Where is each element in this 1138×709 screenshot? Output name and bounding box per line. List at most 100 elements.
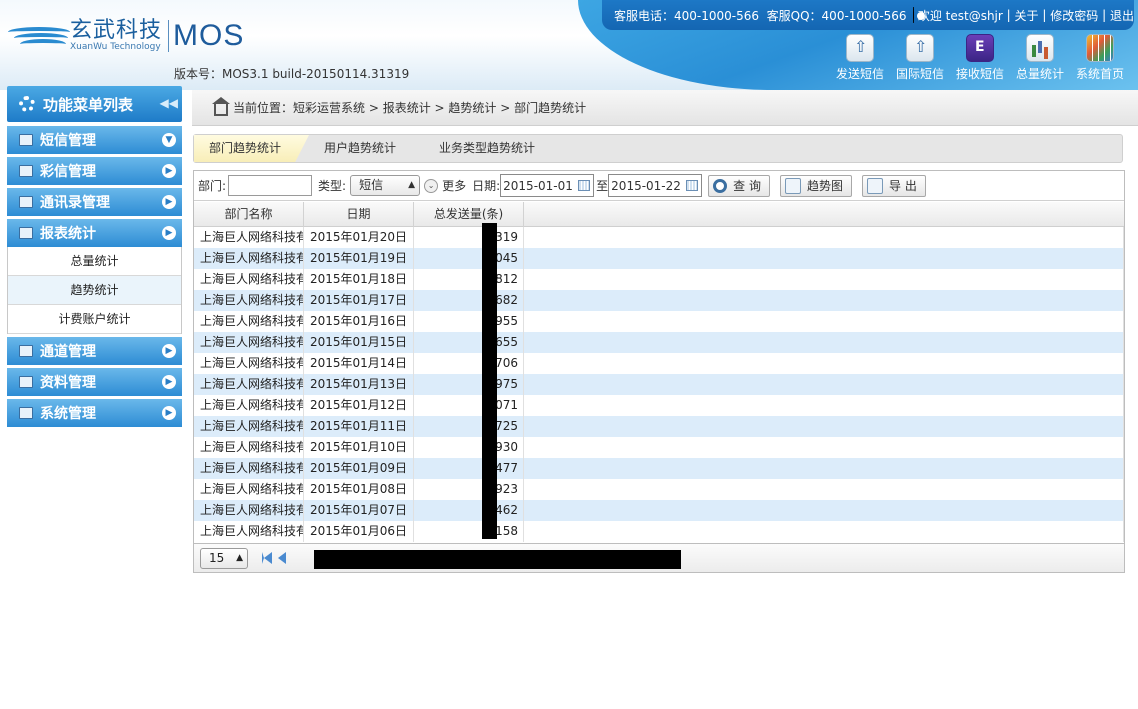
table-row[interactable]: 上海巨人网络科技有 2015年01月06日 ,158 [194, 521, 1124, 542]
dept-input[interactable] [228, 175, 313, 196]
dept-label: 部门: [198, 179, 227, 193]
table-row[interactable]: 上海巨人网络科技有 2015年01月12日 ,071 [194, 395, 1124, 416]
sidebar-subitem-total[interactable]: 总量统计 [8, 247, 181, 276]
hotline-text: 客服电话：400-1000-566 [614, 8, 760, 23]
mms-icon [19, 165, 33, 177]
redaction-bar [482, 223, 497, 539]
prev-page-icon[interactable] [278, 552, 286, 564]
quick-receive-sms-button[interactable]: 接收短信 [950, 34, 1010, 82]
quick-send-sms-button[interactable]: 发送短信 [830, 34, 890, 82]
quick-total-stats-button[interactable]: 总量统计 [1010, 34, 1070, 82]
table-row[interactable]: 上海巨人网络科技有 2015年01月17日 ,682 [194, 290, 1124, 311]
table-row[interactable]: 上海巨人网络科技有 2015年01月13日 ,975 [194, 374, 1124, 395]
topbar-sep: | [1042, 8, 1047, 22]
more-label[interactable]: 更多 [442, 177, 466, 194]
table-row[interactable]: 上海巨人网络科技有 2015年01月09日 ,477 [194, 458, 1124, 479]
cell-spacer [524, 416, 1124, 437]
date-to-value: 2015-01-22 [611, 178, 681, 193]
table-row[interactable]: 上海巨人网络科技有 2015年01月10日 ,930 [194, 437, 1124, 458]
cell-date: 2015年01月15日 [304, 332, 414, 353]
cell-total: ,930 [414, 437, 524, 458]
trend-chart-button[interactable]: 趋势图 [780, 174, 853, 197]
cell-date: 2015年01月13日 [304, 374, 414, 395]
export-label: 导 出 [889, 179, 917, 193]
export-button[interactable]: 导 出 [862, 174, 926, 197]
cell-dept: 上海巨人网络科技有 [194, 374, 304, 395]
column-header-date[interactable]: 日期 [304, 202, 414, 227]
sidebar-item-contacts[interactable]: 通讯录管理 ▶ [7, 188, 182, 216]
cell-dept: 上海巨人网络科技有 [194, 290, 304, 311]
column-header-total[interactable]: 总发送量(条) [414, 202, 524, 227]
cell-date: 2015年01月07日 [304, 500, 414, 521]
table-row[interactable]: 上海巨人网络科技有 2015年01月19日 ,045 [194, 248, 1124, 269]
expand-right-icon: ▶ [162, 406, 176, 420]
data-table: 部门名称 日期 总发送量(条) 上海巨人网络科技有 2015年01月20日 ,319… [194, 202, 1124, 542]
cell-spacer [524, 269, 1124, 290]
collapse-sidebar-icon[interactable]: ◀◀ [160, 96, 178, 110]
breadcrumb: 当前位置： 短彩运营系统 > 报表统计 > 趋势统计 > 部门趋势统计 [192, 90, 1138, 126]
cell-spacer [524, 227, 1124, 248]
cell-total: ,045 [414, 248, 524, 269]
sidebar-item-sms[interactable]: 短信管理 ▼ [7, 126, 182, 154]
type-select-value: 短信 [359, 178, 384, 192]
quick-label: 发送短信 [835, 67, 884, 81]
type-select[interactable]: 短信 ▲ [350, 175, 421, 196]
table-row[interactable]: 上海巨人网络科技有 2015年01月14日 ,706 [194, 353, 1124, 374]
date-from-input[interactable]: 2015-01-01 [500, 174, 595, 197]
cell-spacer [524, 521, 1124, 542]
calendar-icon[interactable] [578, 180, 591, 191]
cell-date: 2015年01月11日 [304, 416, 414, 437]
cell-spacer [524, 290, 1124, 311]
column-header-dept[interactable]: 部门名称 [194, 202, 304, 227]
calendar-icon[interactable] [686, 180, 699, 191]
sidebar-item-label: 通道管理 [40, 344, 96, 360]
table-row[interactable]: 上海巨人网络科技有 2015年01月16日 ,955 [194, 311, 1124, 332]
about-link[interactable]: 关于 [1015, 7, 1039, 24]
cell-date: 2015年01月17日 [304, 290, 414, 311]
first-page-icon[interactable] [262, 552, 272, 564]
quick-label: 总量统计 [1015, 67, 1064, 81]
date-to-input[interactable]: 2015-01-22 [608, 174, 703, 197]
table-row[interactable]: 上海巨人网络科技有 2015年01月07日 ,462 [194, 500, 1124, 521]
query-button[interactable]: 查 询 [708, 174, 770, 197]
to-label: 至 [596, 179, 609, 193]
cell-dept: 上海巨人网络科技有 [194, 500, 304, 521]
more-expand-icon[interactable]: ⌄ [424, 178, 439, 193]
sidebar-item-reports[interactable]: 报表统计 ▶ [7, 219, 182, 247]
cell-total: ,955 [414, 311, 524, 332]
cell-total: ,071 [414, 395, 524, 416]
page-size-select[interactable]: 15 ▲ [200, 547, 248, 569]
app-header: 玄武科技 XuanWu Technology MOS 版本号：MOS3.1 bu… [0, 0, 1138, 90]
sidebar-item-resources[interactable]: 资料管理 ▶ [7, 368, 182, 396]
sidebar-subitem-billing[interactable]: 计费账户统计 [8, 305, 181, 334]
change-password-link[interactable]: 修改密码 [1050, 7, 1098, 24]
intl-sms-icon [906, 34, 934, 62]
report-chart-icon [19, 227, 33, 239]
cell-dept: 上海巨人网络科技有 [194, 332, 304, 353]
cell-total: ,319 [414, 227, 524, 248]
cell-spacer [524, 458, 1124, 479]
sidebar-item-mms[interactable]: 彩信管理 ▶ [7, 157, 182, 185]
table-row[interactable]: 上海巨人网络科技有 2015年01月08日 ,923 [194, 479, 1124, 500]
sidebar-item-system[interactable]: 系统管理 ▶ [7, 399, 182, 427]
cell-spacer [524, 500, 1124, 521]
quick-intl-sms-button[interactable]: 国际短信 [890, 34, 950, 82]
tab-dept-trend[interactable]: 部门趋势统计 [194, 135, 309, 162]
table-row[interactable]: 上海巨人网络科技有 2015年01月15日 ,655 [194, 332, 1124, 353]
tab-user-trend[interactable]: 用户趋势统计 [309, 135, 424, 162]
logout-link[interactable]: 退出 [1110, 7, 1134, 24]
reports-submenu: 总量统计 趋势统计 计费账户统计 [7, 247, 182, 334]
table-row[interactable]: 上海巨人网络科技有 2015年01月18日 ,812 [194, 269, 1124, 290]
table-row[interactable]: 上海巨人网络科技有 2015年01月20日 ,319 [194, 227, 1124, 248]
breadcrumb-path: 短彩运营系统 > 报表统计 > 趋势统计 > 部门趋势统计 [293, 101, 587, 115]
cell-dept: 上海巨人网络科技有 [194, 248, 304, 269]
sidebar-subitem-trend[interactable]: 趋势统计 [8, 276, 181, 305]
receive-sms-icon [966, 34, 994, 62]
trend-chart-icon [785, 177, 801, 194]
quick-home-button[interactable]: 系统首页 [1070, 34, 1130, 82]
table-row[interactable]: 上海巨人网络科技有 2015年01月11日 ,725 [194, 416, 1124, 437]
tab-biztype-trend[interactable]: 业务类型趋势统计 [424, 135, 554, 162]
cell-total: ,682 [414, 290, 524, 311]
sidebar-item-channels[interactable]: 通道管理 ▶ [7, 337, 182, 365]
cell-date: 2015年01月12日 [304, 395, 414, 416]
